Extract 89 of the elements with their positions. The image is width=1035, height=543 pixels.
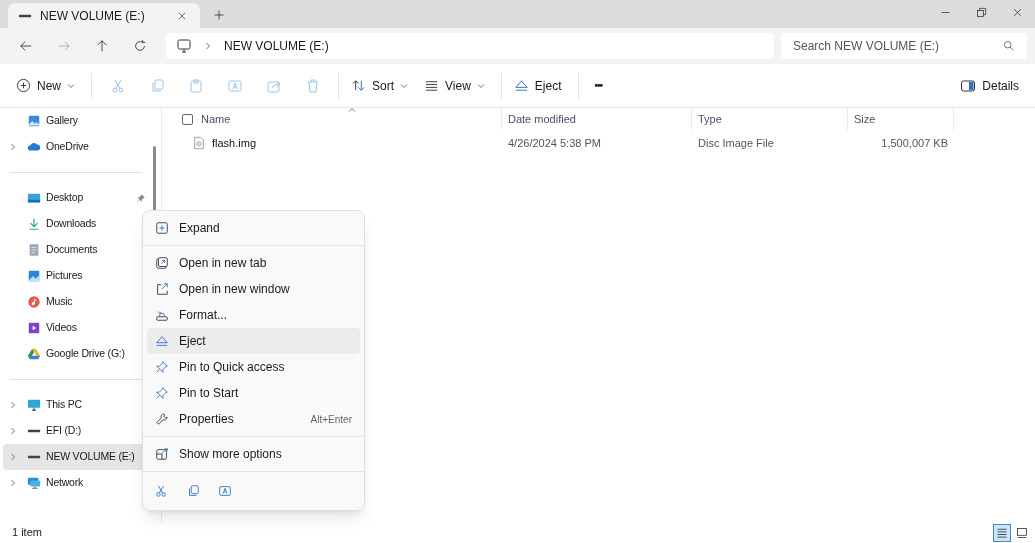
menu-item[interactable]: Eject [147,328,360,354]
sidebar-item[interactable]: Pictures [3,263,150,289]
triangle-logo-icon [27,347,41,361]
file-icon [192,136,206,150]
pin-icon [155,386,169,400]
column-header[interactable]: Size [848,108,954,130]
column-header[interactable]: Type [692,108,848,130]
rename-icon [218,484,232,498]
network-icon [27,476,41,490]
plus-icon [213,9,225,21]
scissors-icon [154,484,168,498]
add-circle-icon [16,78,31,93]
sidebar-item[interactable]: Network [3,470,150,496]
list-view-icon [424,78,440,93]
column-header[interactable]: Date modified [502,108,692,130]
restore-icon [975,6,987,18]
sidebar-item[interactable]: Gallery [3,108,150,134]
menu-item[interactable]: Open in new tab [147,250,360,276]
forward-arrow-icon [57,39,71,53]
menu-item[interactable]: Pin to Quick access [147,354,360,380]
select-all-checkbox[interactable] [182,113,193,125]
close-icon [1011,6,1023,18]
more-button[interactable]: ••• [584,70,613,101]
sidebar-item[interactable]: OneDrive [3,134,150,160]
music-icon [27,295,41,309]
back-arrow-icon [19,39,33,53]
sidebar-item[interactable]: Google Drive (G:) [3,341,150,367]
up-arrow-icon [95,39,109,53]
picture-icon [27,269,41,283]
search-icon [1002,39,1015,52]
monitor-icon [27,398,41,412]
column-header[interactable]: Name [201,110,231,128]
refresh-icon [133,39,147,53]
rename-icon [226,77,243,94]
search-field[interactable]: Search NEW VOLUME (E:) [781,33,1027,59]
table-cell-text: 4/26/2024 5:38 PM [507,135,602,151]
desktop-icon [27,191,41,205]
clipboard-icon [187,77,204,94]
download-icon [27,217,41,231]
eject-icon [513,78,529,93]
toolbar-button[interactable]: Eject [507,70,568,101]
close-icon [177,10,187,21]
sidebar-item[interactable]: EFI (D:) [3,418,150,444]
document-icon [27,243,41,257]
new-tab-icon [155,256,169,270]
cloud-icon [27,140,41,154]
eject-icon [155,334,169,348]
tab[interactable]: NEW VOLUME (E:) [8,3,200,28]
sidebar-item[interactable]: Desktop [3,185,150,211]
menu-item[interactable]: Format... [147,302,360,328]
details-pane-icon [960,77,977,94]
address-bar[interactable]: NEW VOLUME (E:) [166,33,774,59]
table-cell-text: 1,500,007 KB [880,135,949,151]
table-cell-text: Disc Image File [697,135,775,151]
menu-item[interactable]: Expand [147,215,360,241]
toolbar-button[interactable]: New [10,70,81,101]
shortcut-label: Alt+Enter [310,412,352,427]
video-icon [27,321,41,335]
format-drive-icon [155,308,169,322]
menu-item[interactable]: Show more options [147,441,360,467]
list-view-icon [996,526,1008,539]
menu-item[interactable]: Properties Alt+Enter [147,406,360,432]
menu-item[interactable]: Open in new window [147,276,360,302]
toolbar-button[interactable]: View [418,70,491,101]
sidebar-item[interactable]: This PC [3,392,150,418]
sort-caret-icon [348,106,356,114]
tile-view-icon [1016,526,1028,539]
sidebar-item[interactable]: Downloads [3,211,150,237]
sidebar-item[interactable]: Music [3,289,150,315]
pin-icon [155,360,169,374]
scissors-icon [109,77,126,94]
wrench-icon [155,412,169,426]
sidebar-item[interactable]: Documents [3,237,150,263]
file-name[interactable]: flash.img [212,134,257,152]
details-view-button[interactable] [993,523,1011,542]
open-external-icon [155,282,169,296]
details-button[interactable]: Details [954,70,1025,101]
copy-icon [186,484,200,498]
expand-chevron-icon [204,42,212,50]
plus-square-icon [155,221,169,235]
item-count: 1 item [12,525,42,541]
toolbar-button[interactable]: Sort [345,70,415,101]
breadcrumb[interactable]: NEW VOLUME (E:) [224,37,329,55]
sidebar-item[interactable]: Videos [3,315,150,341]
gallery-icon [27,114,41,128]
menu-item[interactable]: Pin to Start [147,380,360,406]
monitor-icon [176,38,192,54]
sort-icon [351,78,366,93]
more-options-icon [155,447,169,461]
